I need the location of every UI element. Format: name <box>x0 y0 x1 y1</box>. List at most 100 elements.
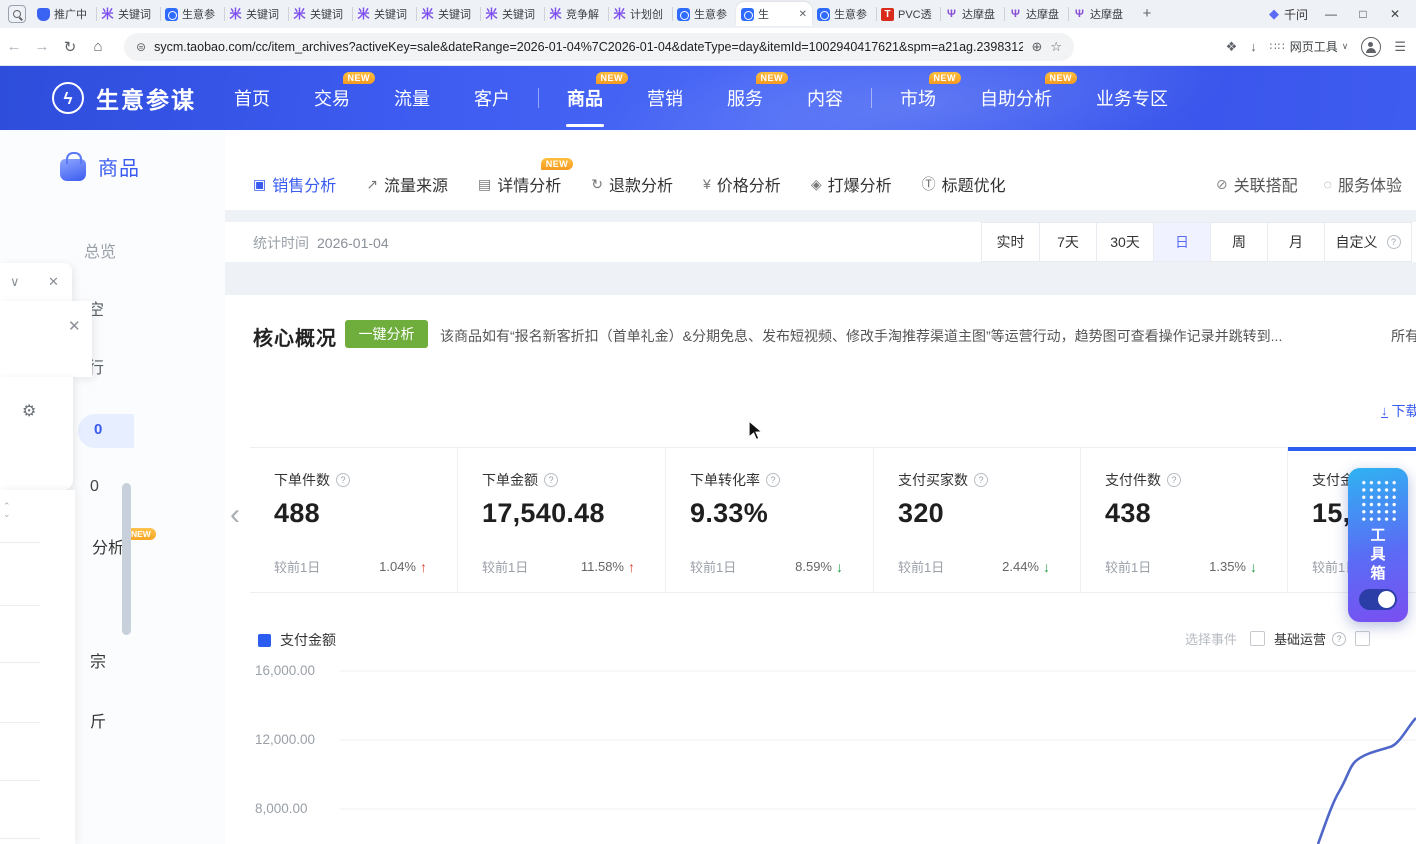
subnav-tab-退款分析[interactable]: ↻退款分析 <box>591 172 673 196</box>
browser-tab[interactable]: 生✕ <box>736 2 812 26</box>
sidebar-item-fragment[interactable]: 斤 <box>90 708 106 732</box>
help-icon[interactable]: ? <box>336 473 350 487</box>
close-icon[interactable]: ✕ <box>48 274 59 290</box>
nav-item-客户[interactable]: 客户 <box>463 85 521 111</box>
browser-tab[interactable]: 米关键词 <box>288 2 352 26</box>
browser-tab[interactable]: 生意参 <box>672 2 736 26</box>
metric-card-支付件数[interactable]: 支付件数?438较前1日1.35%↓ <box>1081 448 1288 592</box>
event-checkbox[interactable] <box>1250 631 1265 646</box>
back-icon[interactable]: ← <box>0 38 28 55</box>
minimize-button[interactable]: — <box>1322 7 1340 21</box>
forward-icon[interactable]: → <box>28 38 56 55</box>
range-button-7天[interactable]: 7天 <box>1039 223 1096 261</box>
web-tools-menu[interactable]: ∷∷ 网页工具 ∨ <box>1270 38 1349 55</box>
close-button[interactable]: ✕ <box>1386 7 1404 21</box>
nav-item-营销[interactable]: 营销 <box>636 85 694 111</box>
subnav-tab-详情分析[interactable]: ▤详情分析NEW <box>478 172 561 196</box>
home-icon[interactable]: ⌂ <box>84 38 112 55</box>
zoom-icon[interactable]: ⊕ <box>1031 39 1042 55</box>
tab-search-icon[interactable] <box>8 5 26 23</box>
browser-tab[interactable]: TPVC透 <box>876 2 940 26</box>
extensions-icon[interactable]: ❖ <box>1226 39 1238 55</box>
brand[interactable]: ϟ 生意参谋 <box>52 81 196 115</box>
subnav-tab-标题优化[interactable]: Ⓣ标题优化 <box>922 172 1006 196</box>
browser-tab[interactable]: Ψ达摩盘 <box>940 2 1004 26</box>
browser-tab[interactable]: 米计划创 <box>608 2 672 26</box>
browser-tab[interactable]: 生意参 <box>812 2 876 26</box>
help-icon[interactable]: ? <box>1167 473 1181 487</box>
address-bar[interactable]: ⊜ sycm.taobao.com/cc/item_archives?activ… <box>124 33 1074 61</box>
sidebar-item-analysis[interactable]: 分析 <box>92 534 124 558</box>
downloads-icon[interactable]: ↓ <box>1250 39 1257 54</box>
nav-item-自助分析[interactable]: 自助分析NEW <box>969 85 1063 111</box>
nav-item-业务专区[interactable]: 业务专区 <box>1085 85 1179 111</box>
browser-tab[interactable]: Ψ达摩盘 <box>1068 2 1132 26</box>
payment-trend-chart[interactable] <box>340 655 1416 844</box>
url-text[interactable]: sycm.taobao.com/cc/item_archives?activeK… <box>154 40 1023 54</box>
help-icon[interactable]: ? <box>974 473 988 487</box>
tab-close-icon[interactable]: ✕ <box>799 9 807 20</box>
nav-item-流量[interactable]: 流量 <box>383 85 441 111</box>
help-icon[interactable]: ? <box>766 473 780 487</box>
gear-icon[interactable]: ⚙ <box>22 401 36 421</box>
toolbox-toggle[interactable] <box>1359 589 1397 610</box>
range-button-日[interactable]: 日 <box>1153 223 1210 261</box>
browser-tab[interactable]: 米竞争解 <box>544 2 608 26</box>
sidebar-scrollbar[interactable] <box>122 483 131 635</box>
chevron-down-icon[interactable]: ∨ <box>10 274 20 290</box>
subnav-tab-label: 流量来源 <box>384 172 448 196</box>
subnav-link-服务体验[interactable]: ◌服务体验 <box>1324 172 1402 196</box>
metric-card-下单金额[interactable]: 下单金额?17,540.48较前1日11.58%↑ <box>458 448 666 592</box>
browser-tab[interactable]: 米关键词 <box>416 2 480 26</box>
site-settings-icon[interactable]: ⊜ <box>136 40 146 54</box>
subnav-link-关联搭配[interactable]: ⊘关联搭配 <box>1216 172 1298 196</box>
browser-tab[interactable]: 生意参 <box>160 2 224 26</box>
range-button-自定义[interactable]: 自定义? <box>1324 223 1411 261</box>
range-button-30天[interactable]: 30天 <box>1096 223 1153 261</box>
one-click-analyze-button[interactable]: 一键分析 <box>345 320 428 348</box>
range-button-周[interactable]: 周 <box>1210 223 1267 261</box>
stepper-icons[interactable]: ⌃⌄ <box>3 502 11 518</box>
assistant-button[interactable]: ◆ 千问 <box>1269 6 1308 23</box>
subnav-tab-价格分析[interactable]: ¥价格分析 <box>703 172 781 196</box>
browser-tab[interactable]: 米关键词 <box>352 2 416 26</box>
browser-tab[interactable]: 米关键词 <box>224 2 288 26</box>
browser-tab[interactable]: 米关键词 <box>480 2 544 26</box>
browser-menu-icon[interactable]: ☰ <box>1394 39 1406 55</box>
metric-card-下单转化率[interactable]: 下单转化率?9.33%较前1日8.59%↓ <box>666 448 874 592</box>
event-checkbox[interactable] <box>1355 631 1370 646</box>
maximize-button[interactable]: □ <box>1354 7 1372 21</box>
sidebar-item-fragment[interactable]: 宗 <box>90 648 106 672</box>
sidebar-active-item[interactable]: 0 <box>78 414 134 448</box>
metric-card-下单件数[interactable]: 下单件数?488较前1日1.04%↑ <box>250 448 458 592</box>
reload-icon[interactable]: ↻ <box>56 38 84 56</box>
metric-card-支付买家数[interactable]: 支付买家数?320较前1日2.44%↓ <box>874 448 1081 592</box>
subnav-tab-打爆分析[interactable]: ◈打爆分析 <box>811 172 892 196</box>
nav-item-首页[interactable]: 首页 <box>223 85 281 111</box>
profile-avatar[interactable] <box>1361 37 1381 57</box>
nav-item-服务[interactable]: 服务NEW <box>716 85 774 111</box>
browser-tab[interactable]: 米关键词 <box>96 2 160 26</box>
nav-item-交易[interactable]: 交易NEW <box>303 85 361 111</box>
toolbox-widget[interactable]: 工具箱 <box>1348 468 1408 622</box>
help-icon[interactable]: ? <box>544 473 558 487</box>
range-button-月[interactable]: 月 <box>1267 223 1324 261</box>
cards-scroll-left-icon[interactable]: ‹ <box>230 498 240 532</box>
nav-item-市场[interactable]: 市场NEW <box>889 85 947 111</box>
subnav-tab-流量来源[interactable]: ↗流量来源 <box>366 172 448 196</box>
sidebar-item-fragment[interactable]: 0 <box>90 478 99 496</box>
browser-tab[interactable]: 推广中 <box>32 2 96 26</box>
range-button-实时[interactable]: 实时 <box>982 223 1039 261</box>
nav-item-商品[interactable]: 商品NEW <box>556 85 614 111</box>
browser-tab[interactable]: Ψ达摩盘 <box>1004 2 1068 26</box>
download-link[interactable]: ↓ 下载 <box>1381 401 1416 421</box>
subnav-tab-销售分析[interactable]: ▣销售分析 <box>253 172 336 196</box>
overview-right-text[interactable]: 所有 <box>1391 326 1416 346</box>
close-icon[interactable]: ✕ <box>68 317 81 335</box>
nav-item-内容[interactable]: 内容 <box>796 85 854 111</box>
chart-legend[interactable]: 支付金额 <box>258 630 336 650</box>
new-tab-button[interactable]: + <box>1136 3 1158 25</box>
sidebar-item-overview[interactable]: 总览 <box>84 238 116 262</box>
bookmark-star-icon[interactable]: ☆ <box>1050 39 1062 55</box>
help-icon[interactable]: ? <box>1332 632 1346 646</box>
